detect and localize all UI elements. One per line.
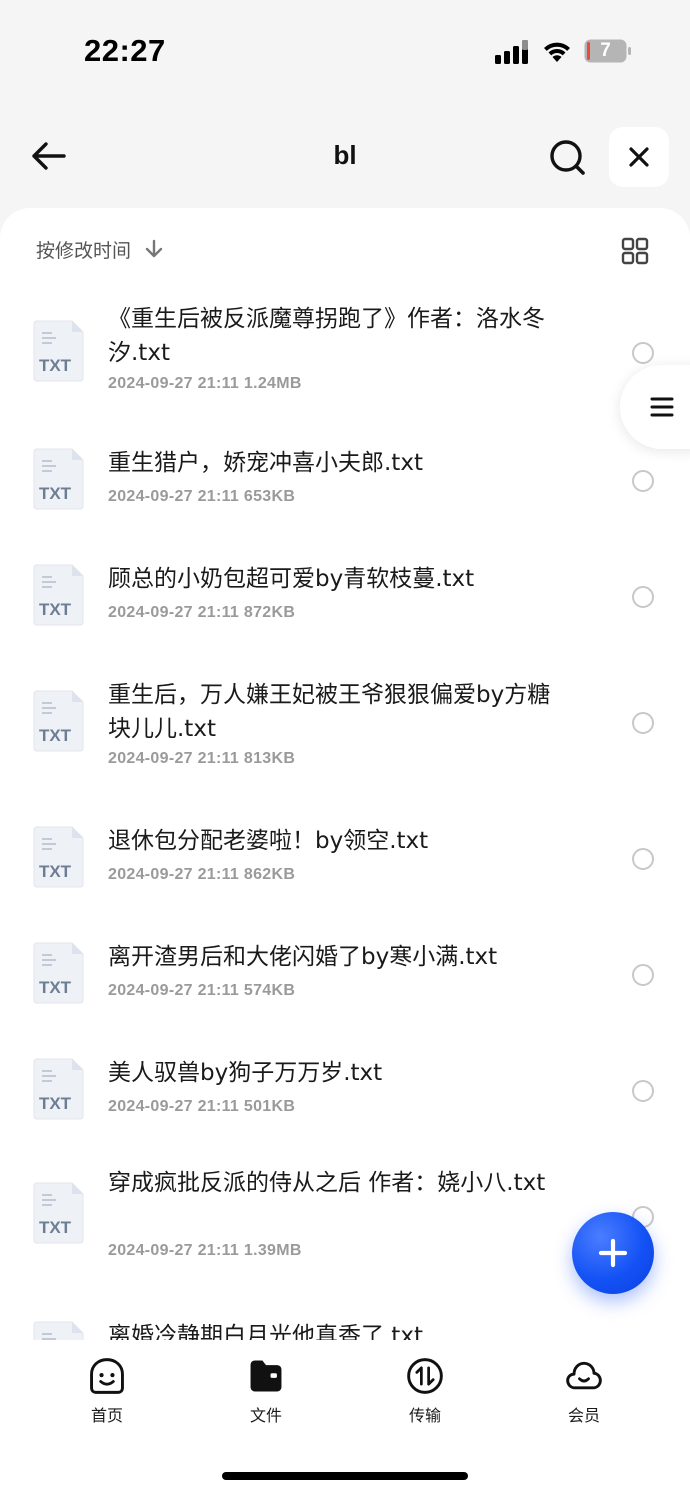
nav-member[interactable]: 会员 <box>539 1356 629 1426</box>
file-type-label: TXT <box>38 862 72 881</box>
select-checkbox[interactable] <box>632 342 654 364</box>
file-type-label: TXT <box>38 1218 72 1237</box>
file-name: 美人驭兽by狗子万万岁.txt <box>108 1060 383 1086</box>
home-face-icon <box>90 1358 124 1394</box>
file-meta: 2024-09-27 21:11 501KB <box>108 1098 296 1115</box>
plus-icon <box>598 1238 628 1268</box>
file-type-label: TXT <box>38 600 72 619</box>
close-icon <box>629 147 649 167</box>
arrow-down-icon <box>145 239 163 258</box>
file-type-label: TXT <box>38 978 72 997</box>
grid-view-icon[interactable] <box>620 236 650 266</box>
file-row[interactable]: TXT 退休包分配老婆啦！by领空.txt 2024-09-27 21:11 862… <box>0 818 690 928</box>
search-button[interactable] <box>545 135 591 181</box>
file-list-panel: 按修改时间 TXT 《重生后被反派魔尊拐跑了》作者：洛水冬汐.txt 2024-09… <box>0 208 690 1496</box>
file-meta: 2024-09-27 21:11 1.39MB <box>108 1242 302 1259</box>
select-checkbox[interactable] <box>632 848 654 870</box>
file-row[interactable]: TXT 《重生后被反派魔尊拐跑了》作者：洛水冬汐.txt 2024-09-27 21… <box>0 290 690 400</box>
nav-files[interactable]: 文件 <box>221 1356 311 1426</box>
nav-label: 会员 <box>567 1406 600 1425</box>
file-meta: 2024-09-27 21:11 872KB <box>108 604 296 621</box>
file-row[interactable]: TXT 顾总的小奶包超可爱by青软枝蔓.txt 2024-09-27 21:11 8… <box>0 556 690 666</box>
battery-level: 7 <box>600 40 611 61</box>
select-checkbox[interactable] <box>632 964 654 986</box>
transfer-icon <box>407 1358 443 1394</box>
menu-icon <box>650 397 674 417</box>
file-meta: 2024-09-27 21:11 813KB <box>108 750 296 767</box>
file-name: 《重生后被反派魔尊拐跑了》作者：洛水冬汐.txt <box>108 306 545 366</box>
search-icon <box>550 140 585 175</box>
folder-icon <box>250 1360 282 1392</box>
status-bar: 22:27 7 <box>0 0 690 100</box>
file-meta: 2024-09-27 21:11 1.24MB <box>108 375 302 392</box>
select-checkbox[interactable] <box>632 1080 654 1102</box>
nav-label: 首页 <box>90 1406 123 1425</box>
nav-label: 传输 <box>408 1406 441 1425</box>
nav-home[interactable]: 首页 <box>62 1356 152 1426</box>
file-type-label: TXT <box>38 484 72 503</box>
header: bl <box>0 110 690 206</box>
nav-label: 文件 <box>249 1406 282 1425</box>
file-row[interactable]: TXT 重生猎户，娇宠冲喜小夫郎.txt 2024-09-27 21:11 653K… <box>0 440 690 550</box>
home-indicator <box>222 1472 468 1480</box>
file-meta: 2024-09-27 21:11 653KB <box>108 488 296 505</box>
nav-transfer[interactable]: 传输 <box>380 1356 470 1426</box>
file-type-label: TXT <box>38 1094 72 1113</box>
file-name: 穿成疯批反派的侍从之后 作者：娆小八.txt <box>108 1170 546 1196</box>
select-checkbox[interactable] <box>632 712 654 734</box>
file-meta: 2024-09-27 21:11 574KB <box>108 982 296 999</box>
file-row[interactable]: TXT 美人驭兽by狗子万万岁.txt 2024-09-27 21:11 501KB <box>0 1050 690 1160</box>
sort-label: 按修改时间 <box>36 239 132 262</box>
cellular-signal-icon <box>495 40 528 64</box>
file-name: 退休包分配老婆啦！by领空.txt <box>108 828 429 854</box>
wifi-icon <box>544 42 570 62</box>
file-name: 离开渣男后和大佬闪婚了by寒小满.txt <box>108 944 498 970</box>
bottom-nav: 首页 文件 传输 会员 <box>0 1340 690 1496</box>
add-button[interactable] <box>572 1212 654 1294</box>
file-row[interactable]: TXT 离开渣男后和大佬闪婚了by寒小满.txt 2024-09-27 21:11 … <box>0 934 690 1044</box>
file-name: 重生后，万人嫌王妃被王爷狠狠偏爱by方糖块儿儿.txt <box>108 682 551 742</box>
select-checkbox[interactable] <box>632 586 654 608</box>
file-row[interactable]: TXT 重生后，万人嫌王妃被王爷狠狠偏爱by方糖块儿儿.txt 2024-09-27… <box>0 672 690 782</box>
file-name: 重生猎户，娇宠冲喜小夫郎.txt <box>108 450 423 476</box>
close-button[interactable] <box>609 127 669 187</box>
sort-selector[interactable]: 按修改时间 <box>36 234 165 264</box>
file-meta: 2024-09-27 21:11 862KB <box>108 866 296 883</box>
file-type-label: TXT <box>38 356 72 375</box>
cloud-icon <box>566 1361 602 1390</box>
file-type-label: TXT <box>38 726 72 745</box>
select-checkbox[interactable] <box>632 470 654 492</box>
file-name: 顾总的小奶包超可爱by青软枝蔓.txt <box>108 566 475 592</box>
status-time: 22:27 <box>84 33 166 68</box>
